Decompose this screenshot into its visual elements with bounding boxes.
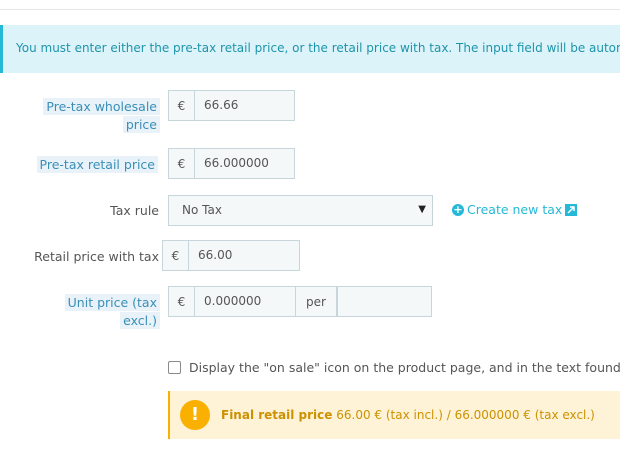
- wholesale-price-input[interactable]: 66.66: [195, 91, 294, 120]
- unit-price-per-addon: per: [295, 287, 337, 316]
- retail-with-tax-field: € 66.00: [162, 240, 300, 271]
- unit-price-currency-addon: €: [169, 287, 195, 316]
- top-divider: [0, 9, 620, 10]
- wholesale-currency-addon: €: [169, 91, 195, 120]
- wholesale-price-label[interactable]: Pre-tax wholesale price: [40, 98, 160, 134]
- on-sale-label[interactable]: Display the "on sale" icon on the produc…: [189, 360, 620, 375]
- unit-price-field: € 0.000000 per: [168, 286, 432, 317]
- retail-with-tax-input[interactable]: 66.00: [189, 241, 299, 270]
- info-alert-text: You must enter either the pre-tax retail…: [16, 41, 620, 55]
- tax-rule-select[interactable]: No Tax ▼: [168, 195, 433, 226]
- final-price-title: Final retail price: [221, 408, 333, 422]
- tax-rule-label: Tax rule: [110, 203, 159, 218]
- retail-with-tax-label: Retail price with tax: [34, 249, 159, 264]
- final-price-alert: ! Final retail price 66.00 € (tax incl.)…: [168, 391, 620, 439]
- on-sale-option: Display the "on sale" icon on the produc…: [168, 358, 620, 376]
- wholesale-price-field: € 66.66: [168, 90, 295, 121]
- retail-pretax-currency-addon: €: [169, 149, 195, 178]
- wholesale-price-label-line2: price: [122, 116, 160, 133]
- external-link-icon: [565, 203, 578, 216]
- unit-price-label-line1: Unit price (tax: [64, 294, 160, 311]
- wholesale-price-label-line1: Pre-tax wholesale: [43, 98, 160, 115]
- unit-price-per-input[interactable]: [336, 287, 431, 316]
- chevron-down-icon: ▼: [418, 204, 426, 215]
- exclamation-icon: !: [180, 400, 210, 430]
- tax-rule-selected-value: No Tax: [182, 196, 222, 225]
- retail-pretax-field: € 66.000000: [168, 148, 295, 179]
- unit-price-label[interactable]: Unit price (tax excl.): [40, 294, 160, 330]
- final-price-detail: 66.00 € (tax incl.) / 66.000000 € (tax e…: [336, 408, 595, 422]
- unit-price-input[interactable]: 0.000000: [195, 287, 295, 316]
- unit-price-label-line2: excl.): [120, 312, 160, 329]
- retail-with-tax-currency-addon: €: [163, 241, 189, 270]
- create-new-tax-link[interactable]: + Create new tax: [452, 202, 578, 217]
- info-alert: You must enter either the pre-tax retail…: [0, 25, 620, 73]
- create-new-tax-text: Create new tax: [467, 202, 563, 217]
- retail-pretax-input[interactable]: 66.000000: [195, 149, 294, 178]
- retail-pretax-label[interactable]: Pre-tax retail price: [30, 156, 158, 174]
- on-sale-checkbox[interactable]: [168, 360, 181, 374]
- plus-circle-icon: +: [452, 202, 464, 216]
- final-price-text: Final retail price 66.00 € (tax incl.) /…: [221, 408, 595, 422]
- retail-pretax-label-text: Pre-tax retail price: [36, 156, 158, 173]
